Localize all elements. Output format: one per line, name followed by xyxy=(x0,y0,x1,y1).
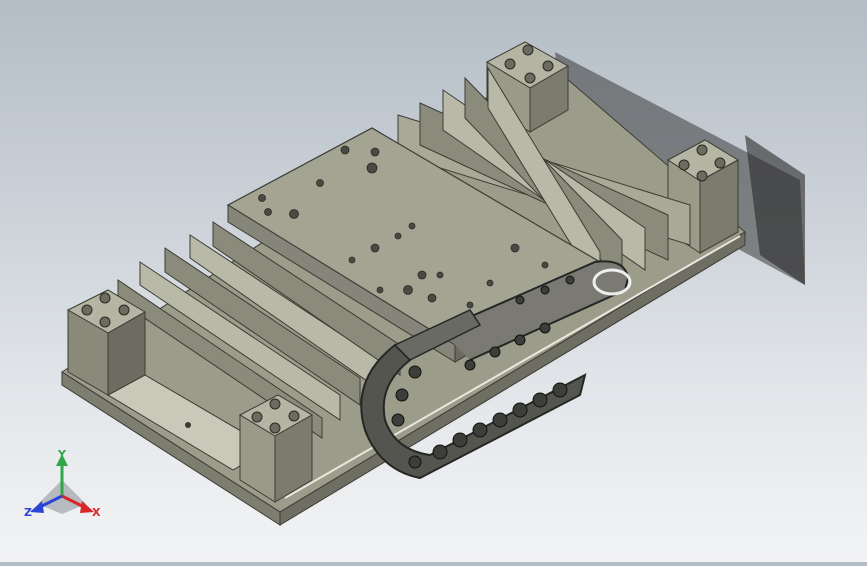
triad-z-arrow-icon xyxy=(30,501,44,513)
near-end-block-hole xyxy=(185,422,191,428)
triad-x-label: X xyxy=(92,506,101,519)
triad-y-label: Y xyxy=(57,448,67,461)
view-orientation-triad[interactable]: Y X Z xyxy=(22,446,106,526)
cad-viewport[interactable]: Y X Z xyxy=(0,0,867,562)
triad-z-label: Z xyxy=(24,506,32,519)
linear-stage-model[interactable] xyxy=(0,0,867,562)
